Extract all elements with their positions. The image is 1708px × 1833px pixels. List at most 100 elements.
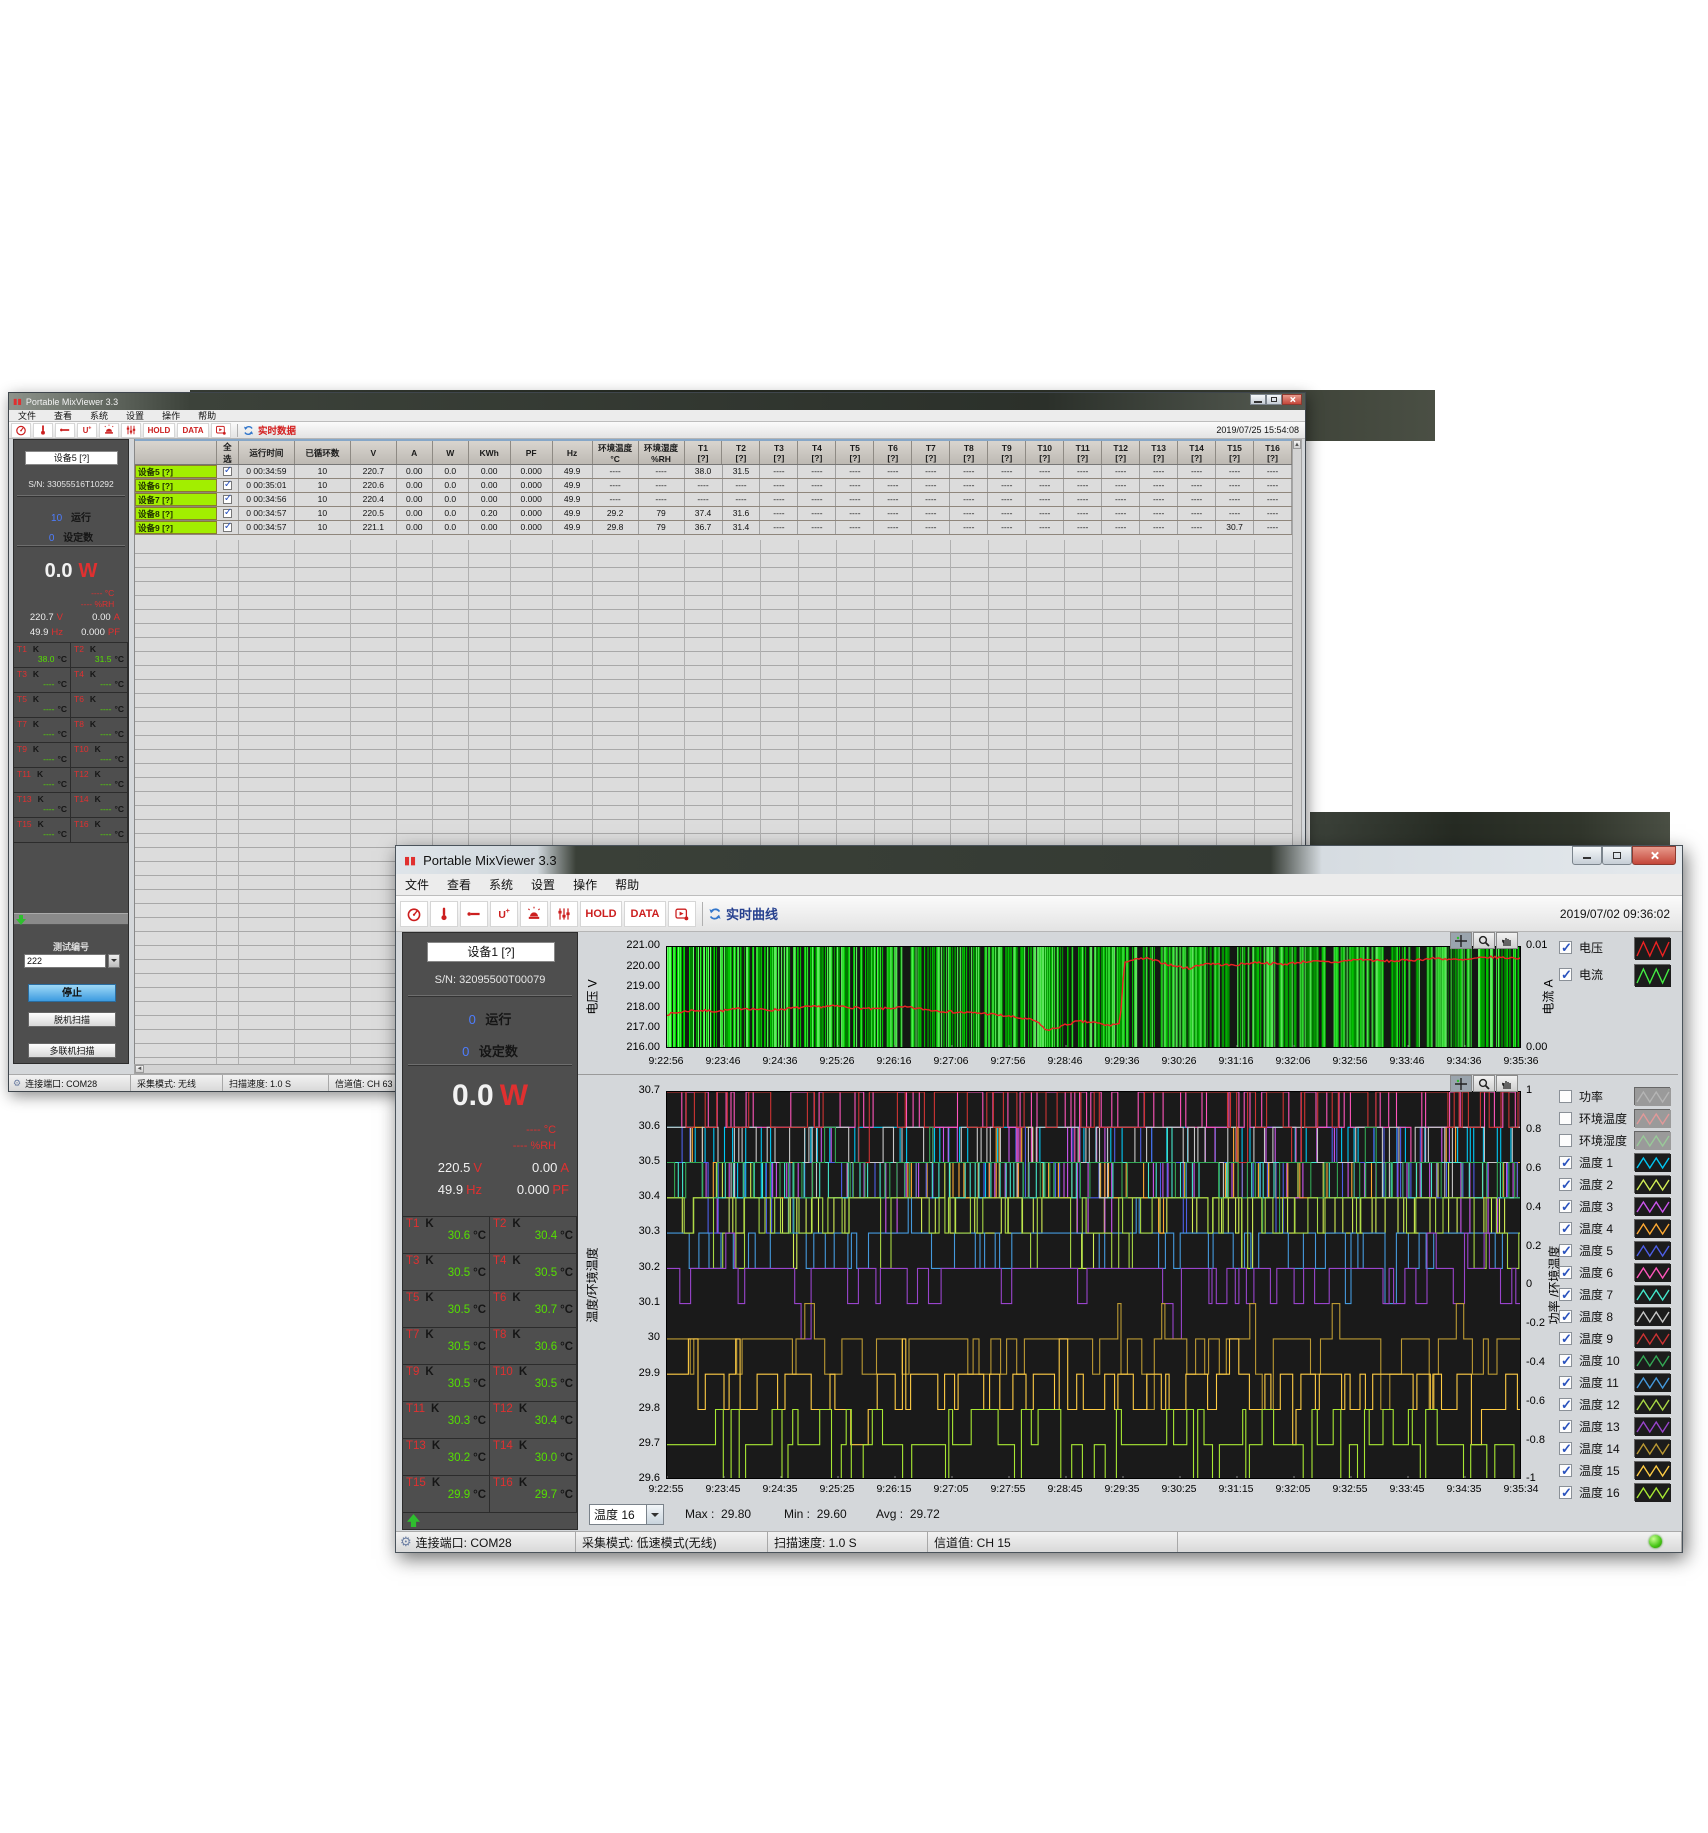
- zoom-icon[interactable]: [1473, 932, 1495, 949]
- legend-checkbox[interactable]: [1559, 1310, 1572, 1323]
- maximize-button[interactable]: [1266, 394, 1282, 405]
- legend-item-15[interactable]: 温度 12: [1559, 1393, 1620, 1415]
- legend-item-1[interactable]: 电压: [1559, 934, 1603, 961]
- legend-checkbox[interactable]: [1559, 1464, 1572, 1477]
- legend-checkbox[interactable]: [1559, 968, 1572, 981]
- menu-item-file[interactable]: 文件: [9, 409, 45, 422]
- legend-item-11[interactable]: 温度 8: [1559, 1305, 1613, 1327]
- legend-item-3[interactable]: 环境湿度: [1559, 1129, 1627, 1151]
- legend-item-12[interactable]: 温度 9: [1559, 1327, 1613, 1349]
- row-checkbox[interactable]: [223, 495, 232, 504]
- legend-checkbox[interactable]: [1559, 1288, 1572, 1301]
- device-name-cell[interactable]: 设备8 [?]: [135, 507, 217, 520]
- voltage-chart-plot[interactable]: [666, 946, 1521, 1048]
- maximize-button[interactable]: [1602, 846, 1632, 865]
- device-name-cell[interactable]: 设备9 [?]: [135, 521, 217, 534]
- multi-scan-button[interactable]: 多联机扫描: [28, 1043, 116, 1058]
- legend-checkbox[interactable]: [1559, 1200, 1572, 1213]
- menu-item-file[interactable]: 文件: [396, 876, 438, 893]
- voltage-icon-button[interactable]: U+: [77, 423, 97, 438]
- row-checkbox[interactable]: [223, 523, 232, 532]
- row-checkbox[interactable]: [223, 467, 232, 476]
- refresh-icon[interactable]: [242, 424, 255, 437]
- probe-icon-button[interactable]: [460, 901, 488, 927]
- legend-checkbox[interactable]: [1559, 1420, 1572, 1433]
- legend-item-2[interactable]: 环境温度: [1559, 1107, 1627, 1129]
- alarm-icon-button[interactable]: [99, 423, 119, 438]
- legend-checkbox[interactable]: [1559, 1222, 1572, 1235]
- legend-checkbox[interactable]: [1559, 1354, 1572, 1367]
- gauge-icon-button[interactable]: [400, 901, 428, 927]
- legend-item-9[interactable]: 温度 6: [1559, 1261, 1613, 1283]
- menu-item-system[interactable]: 系统: [81, 409, 117, 422]
- menu-item-operation[interactable]: 操作: [153, 409, 189, 422]
- hold-button[interactable]: HOLD: [143, 423, 175, 438]
- menu-item-settings[interactable]: 设置: [117, 409, 153, 422]
- gauge-icon-button[interactable]: [11, 423, 31, 438]
- probe-icon-button[interactable]: [55, 423, 75, 438]
- mixer-icon-button[interactable]: [121, 423, 141, 438]
- legend-item-17[interactable]: 温度 14: [1559, 1437, 1620, 1459]
- table-row[interactable]: 设备5 [?]0 00:34:5910220.70.000.00.000.000…: [135, 465, 1292, 479]
- pan-hand-icon[interactable]: [1496, 932, 1518, 949]
- row-checkbox-cell[interactable]: [217, 479, 239, 492]
- legend-item-18[interactable]: 温度 15: [1559, 1459, 1620, 1481]
- legend-checkbox[interactable]: [1559, 1486, 1572, 1499]
- close-button[interactable]: [1632, 846, 1676, 865]
- legend-item-4[interactable]: 温度 1: [1559, 1151, 1613, 1173]
- legend-checkbox[interactable]: [1559, 1112, 1572, 1125]
- legend-item-10[interactable]: 温度 7: [1559, 1283, 1613, 1305]
- legend-checkbox[interactable]: [1559, 1178, 1572, 1191]
- device-name-cell[interactable]: 设备6 [?]: [135, 479, 217, 492]
- front-titlebar[interactable]: ▮▮ Portable MixViewer 3.3: [396, 846, 1682, 874]
- temperature-chart-plot[interactable]: [666, 1091, 1521, 1479]
- record-button[interactable]: [668, 901, 696, 927]
- minimize-button[interactable]: [1572, 846, 1602, 865]
- back-titlebar[interactable]: ▮▮ Portable MixViewer 3.3: [9, 393, 1305, 410]
- legend-checkbox[interactable]: [1559, 1266, 1572, 1279]
- legend-item-6[interactable]: 温度 3: [1559, 1195, 1613, 1217]
- legend-checkbox[interactable]: [1559, 1442, 1572, 1455]
- row-checkbox-cell[interactable]: [217, 465, 239, 478]
- menu-item-system[interactable]: 系统: [480, 876, 522, 893]
- menu-item-operation[interactable]: 操作: [564, 876, 606, 893]
- table-row[interactable]: 设备9 [?]0 00:34:5710221.10.000.00.000.000…: [135, 521, 1292, 535]
- menu-item-settings[interactable]: 设置: [522, 876, 564, 893]
- legend-item-13[interactable]: 温度 10: [1559, 1349, 1620, 1371]
- device-select-button[interactable]: 设备5 [?]: [25, 451, 118, 465]
- legend-checkbox[interactable]: [1559, 941, 1572, 954]
- menu-item-view[interactable]: 查看: [438, 876, 480, 893]
- thermometer-icon-button[interactable]: [33, 423, 53, 438]
- table-row[interactable]: 设备7 [?]0 00:34:5610220.40.000.00.000.000…: [135, 493, 1292, 507]
- data-button[interactable]: DATA: [624, 901, 666, 927]
- refresh-icon[interactable]: [707, 906, 723, 922]
- crosshair-icon[interactable]: [1450, 932, 1472, 949]
- legend-item-14[interactable]: 温度 11: [1559, 1371, 1619, 1393]
- legend-checkbox[interactable]: [1559, 1398, 1572, 1411]
- legend-item-1[interactable]: 功率: [1559, 1085, 1603, 1107]
- device-name-cell[interactable]: 设备5 [?]: [135, 465, 217, 478]
- record-button[interactable]: [211, 423, 231, 438]
- stop-button[interactable]: 停止: [28, 984, 116, 1002]
- test-number-input[interactable]: [24, 954, 106, 968]
- test-number-spinner[interactable]: [108, 954, 120, 968]
- menu-item-view[interactable]: 查看: [45, 409, 81, 422]
- legend-item-2[interactable]: 电流: [1559, 961, 1603, 988]
- row-checkbox[interactable]: [223, 481, 232, 490]
- legend-item-16[interactable]: 温度 13: [1559, 1415, 1620, 1437]
- mixer-icon-button[interactable]: [550, 901, 578, 927]
- crosshair-icon[interactable]: [1450, 1075, 1472, 1092]
- alarm-icon-button[interactable]: [520, 901, 548, 927]
- close-button[interactable]: [1282, 394, 1302, 405]
- voltage-icon-button[interactable]: U+: [490, 901, 518, 927]
- legend-item-7[interactable]: 温度 4: [1559, 1217, 1613, 1239]
- row-checkbox-cell[interactable]: [217, 521, 239, 534]
- table-row[interactable]: 设备8 [?]0 00:34:5710220.50.000.00.200.000…: [135, 507, 1292, 521]
- chevron-down-icon[interactable]: [647, 1504, 664, 1525]
- pan-hand-icon[interactable]: [1496, 1075, 1518, 1092]
- hold-button[interactable]: HOLD: [580, 901, 622, 927]
- row-checkbox[interactable]: [223, 509, 232, 518]
- zoom-icon[interactable]: [1473, 1075, 1495, 1092]
- row-checkbox-cell[interactable]: [217, 507, 239, 520]
- menu-item-help[interactable]: 帮助: [189, 409, 225, 422]
